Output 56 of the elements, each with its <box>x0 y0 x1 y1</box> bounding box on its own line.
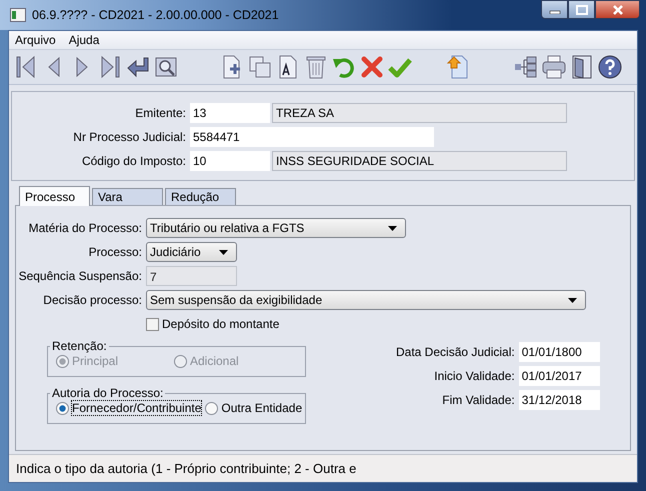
minimize-button[interactable] <box>541 0 568 19</box>
input-field[interactable]: 5584471 <box>190 127 434 147</box>
input-field[interactable]: 10 <box>190 151 270 171</box>
maximize-button[interactable] <box>568 0 595 19</box>
dropdown-arrow-icon <box>388 226 397 230</box>
cancel-icon[interactable] <box>360 55 384 79</box>
return-arrow-icon[interactable] <box>126 55 150 79</box>
door-icon[interactable] <box>570 55 594 79</box>
field-label: Emitente: <box>134 106 187 120</box>
dropdown[interactable]: Sem suspensão da exigibilidade <box>146 290 586 310</box>
close-icon <box>612 4 624 14</box>
dropdown-arrow-icon <box>219 250 228 254</box>
help-icon[interactable] <box>598 55 622 79</box>
dropdown-arrow-icon <box>568 298 577 302</box>
field-label: Código do Imposto: <box>80 154 187 168</box>
window-title: 06.9.???? - CD2021 - 2.00.00.000 - CD2021 <box>32 8 280 22</box>
tab[interactable]: Processo <box>19 186 90 206</box>
checkbox-label: Depósito do montante <box>162 317 280 331</box>
field-label: Nr Processo Judicial: <box>72 130 187 144</box>
radio-label: Principal <box>72 354 118 368</box>
checkbox[interactable] <box>146 318 159 330</box>
tree-icon[interactable] <box>514 55 538 79</box>
document-upload-icon[interactable] <box>446 55 470 79</box>
app-icon <box>10 8 26 22</box>
radio-button[interactable] <box>205 402 218 414</box>
date-field[interactable]: 01/01/1800 <box>518 342 600 362</box>
group-title: Retenção: <box>50 339 109 353</box>
date-field[interactable]: 31/12/2018 <box>518 390 600 410</box>
preview-icon[interactable] <box>154 55 178 79</box>
close-button[interactable] <box>595 0 640 19</box>
field-label: Data Decisão Judicial: <box>396 345 516 359</box>
status-bar: Indica o tipo da autoria (1 - Próprio contribuinte; 2 - Outra e <box>9 454 637 482</box>
field-label: Sequência Suspensão: <box>18 269 143 283</box>
radio-button[interactable] <box>56 402 69 414</box>
field-label: Inicio Validade: <box>434 369 516 383</box>
date-field[interactable]: 01/01/2017 <box>518 366 600 386</box>
dropdown[interactable]: Tributário ou relativa a FGTS <box>146 218 406 238</box>
input-field[interactable]: 13 <box>190 103 270 123</box>
dropdown[interactable]: Judiciário <box>146 242 237 262</box>
field-label: Decisão processo: <box>42 293 143 307</box>
radio-label: Outra Entidade <box>221 401 302 415</box>
field-label: Fim Validade: <box>442 393 516 407</box>
field-label: Matéria do Processo: <box>28 221 143 235</box>
copy-icon[interactable] <box>248 55 272 79</box>
radio-label: Adicional <box>190 354 239 368</box>
menu-item[interactable]: Ajuda <box>68 33 100 47</box>
printer-icon[interactable] <box>542 55 566 79</box>
radio-label: Fornecedor/Contribuinte <box>72 401 202 415</box>
description-field: INSS SEGURIDADE SOCIAL <box>272 151 567 171</box>
description-field: TREZA SA <box>272 103 567 123</box>
maximize-icon <box>576 4 588 14</box>
tab[interactable]: Redução <box>165 188 236 205</box>
menu-item[interactable]: Arquivo <box>15 33 56 47</box>
tab[interactable]: Vara <box>92 188 163 205</box>
group-title: Autoria do Processo: <box>50 386 166 400</box>
field-label: Processo: <box>88 245 143 259</box>
